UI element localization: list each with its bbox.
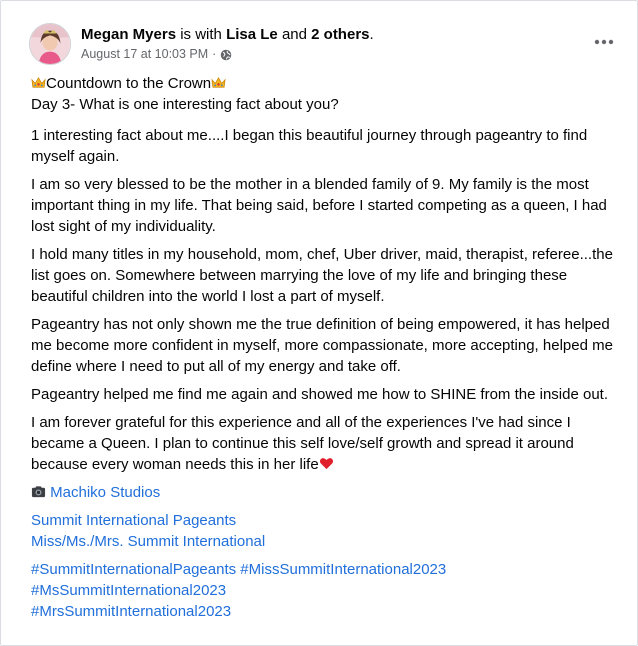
photo-credit: Machiko Studios xyxy=(31,482,616,503)
paragraph-1: 1 interesting fact about me....I began t… xyxy=(31,127,588,165)
and-text: and xyxy=(281,26,307,43)
crown-icon xyxy=(211,75,226,90)
hashtag-link[interactable]: #MsSummitInternational2023 xyxy=(31,582,226,599)
avatar[interactable] xyxy=(29,23,71,65)
post-card: Megan Myers is with Lisa Le and 2 others… xyxy=(0,0,638,646)
author-name[interactable]: Megan Myers xyxy=(81,26,176,43)
paragraph-6: I am forever grateful for this experienc… xyxy=(31,412,616,475)
more-dots-icon[interactable] xyxy=(591,29,617,55)
paragraph-5: Pageantry helped me find me again and sh… xyxy=(31,386,608,403)
photo-credit-link[interactable]: Machiko Studios xyxy=(50,484,160,501)
hashtag-link[interactable]: #MissSummitInternational2023 xyxy=(240,561,446,578)
paragraph-3: I hold many titles in my household, mom,… xyxy=(31,246,613,305)
timestamp[interactable]: August 17 at 10:03 PM xyxy=(81,46,208,63)
camera-icon xyxy=(31,484,46,499)
paragraph-4: Pageantry has not only shown me the true… xyxy=(31,316,613,375)
hashtag-link[interactable]: #MrsSummitInternational2023 xyxy=(31,603,231,620)
red-heart-icon xyxy=(319,456,334,471)
post-intro: Countdown to the Crown Day 3- What is on… xyxy=(31,73,616,115)
summit-pageants-link[interactable]: Summit International Pageants xyxy=(31,512,236,529)
paragraph-6-text: I am forever grateful for this experienc… xyxy=(31,414,574,473)
hashtag-link[interactable]: #SummitInternationalPageants xyxy=(31,561,236,578)
tagged-person[interactable]: Lisa Le xyxy=(226,26,278,43)
post-title: Countdown to the Crown xyxy=(46,75,212,92)
summit-international-link[interactable]: Miss/Ms./Mrs. Summit International xyxy=(31,533,265,550)
tagged-others[interactable]: 2 others xyxy=(311,26,369,43)
separator: · xyxy=(212,47,217,61)
post-body: Countdown to the Crown Day 3- What is on… xyxy=(31,73,616,629)
post-question: Day 3- What is one interesting fact abou… xyxy=(31,96,339,113)
page-links: Summit International Pageants Miss/Ms./M… xyxy=(31,510,616,552)
hashtags: #SummitInternationalPageants #MissSummit… xyxy=(31,559,616,622)
header-period: . xyxy=(369,26,374,43)
globe-icon[interactable] xyxy=(220,49,232,61)
crown-icon xyxy=(31,75,46,90)
with-text: is with xyxy=(180,26,222,43)
paragraph-2: I am so very blessed to be the mother in… xyxy=(31,176,607,235)
post-header: Megan Myers is with Lisa Le and 2 others… xyxy=(29,23,617,67)
